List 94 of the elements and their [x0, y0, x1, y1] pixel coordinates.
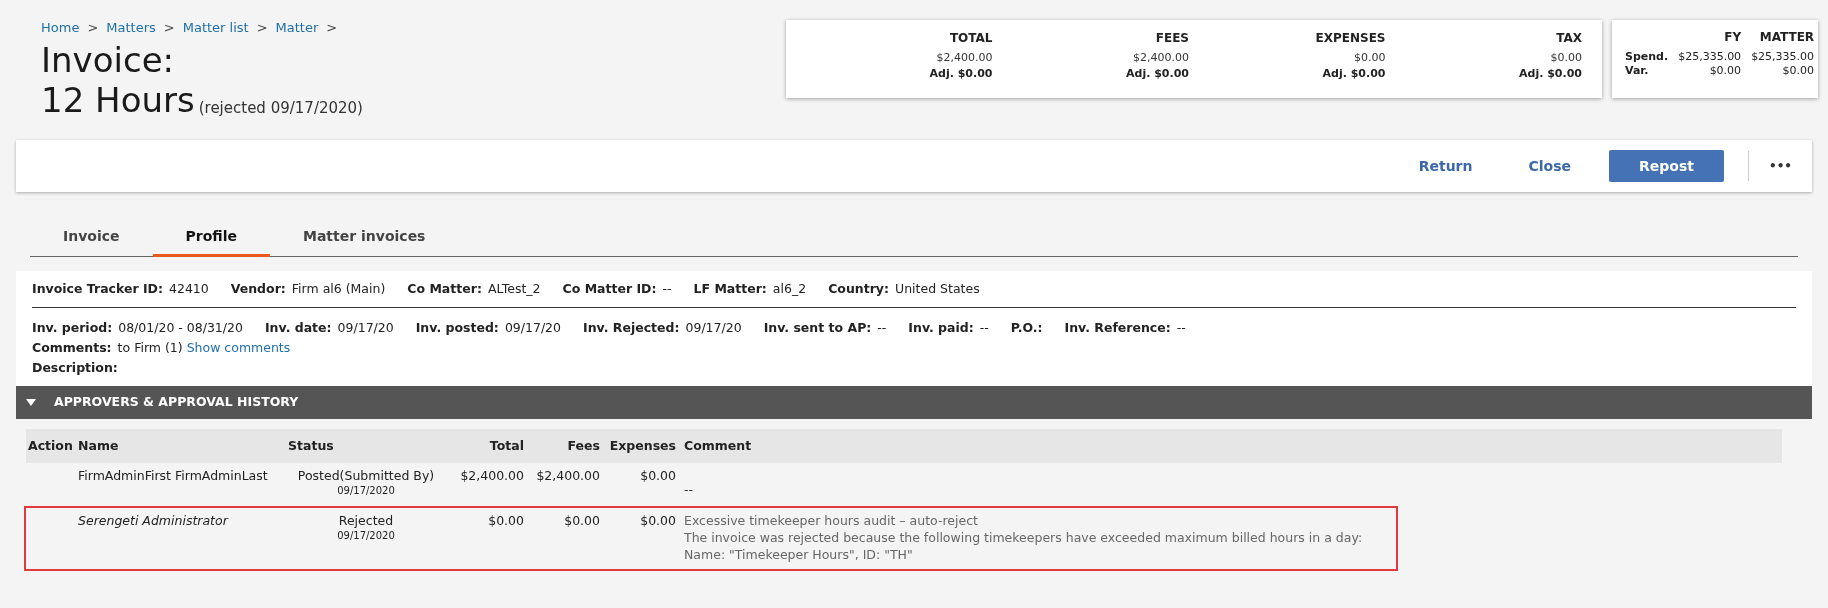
toolbar-link-button[interactable]: Return — [1390, 150, 1501, 182]
field-value: 09/17/20 — [337, 319, 394, 337]
field-value: -- — [877, 319, 887, 337]
breadcrumb-separator: > — [163, 19, 175, 37]
breadcrumb-separator: > — [87, 19, 99, 37]
status-date: 09/17/2020 — [337, 529, 395, 543]
field-value: 08/01/20 - 08/31/20 — [118, 319, 243, 337]
page-title: Invoice: — [41, 39, 175, 80]
column-header: Fees — [566, 436, 601, 455]
totals-amount: $0.00 — [1354, 50, 1386, 66]
field-label: Inv. posted: — [415, 319, 499, 337]
approver-name: Serengeti Administrator — [77, 512, 230, 530]
field-label: Comments: — [32, 339, 112, 357]
tab[interactable]: Invoice — [30, 218, 153, 257]
breadcrumb-link[interactable]: Matter list — [182, 18, 249, 38]
field-value: ALTest_2 — [487, 279, 541, 298]
field-label: Inv. Rejected: — [583, 319, 680, 337]
show-comments-link[interactable]: Show comments — [186, 338, 291, 358]
field-label: Co Matter: — [407, 279, 482, 298]
budget-value: $25,335.00 — [1751, 50, 1815, 64]
invoice-status-note: (rejected 09/17/2020) — [198, 97, 363, 119]
breadcrumb-link[interactable]: Home — [41, 18, 80, 38]
column-header: Name — [77, 436, 120, 455]
adjusted-amount: Adj. $0.00 — [1322, 66, 1386, 82]
column-header: Status — [287, 436, 335, 455]
field-label: Inv. sent to AP: — [763, 319, 872, 337]
field-label: Invoice Tracker ID: — [32, 279, 163, 298]
budget-value: $0.00 — [1781, 64, 1815, 78]
field-label: Description: — [32, 359, 118, 377]
comment-text: Excessive timekeeper hours audit – auto-reject — [684, 512, 979, 529]
tab[interactable]: Profile — [152, 218, 270, 257]
field-label: Inv. period: — [32, 319, 113, 337]
status-date: 09/17/2020 — [337, 484, 395, 498]
adjusted-amount: Adj. $0.00 — [1519, 66, 1582, 82]
page-title: 12 Hours — [41, 79, 195, 120]
column-header: Action — [27, 436, 74, 455]
field-label: P.O.: — [1010, 319, 1043, 337]
tab[interactable]: Matter invoices — [270, 218, 459, 257]
budget-row-label: Spend. — [1625, 50, 1669, 64]
section-header[interactable]: APPROVERS & APPROVAL HISTORY — [16, 386, 1812, 419]
totals-amount: $2,400.00 — [1133, 50, 1189, 66]
field-value: United States — [895, 279, 980, 298]
breadcrumb-separator: > — [256, 19, 268, 37]
field-value: -- — [979, 319, 989, 337]
budget-column-header: MATTER — [1758, 30, 1815, 44]
column-header: Expenses — [608, 436, 677, 455]
field-value: Firm al6 (Main) — [291, 279, 386, 298]
breadcrumb-link[interactable]: Matters — [106, 18, 156, 38]
field-value: to Firm (1) — [117, 339, 183, 357]
more-options-button[interactable]: ••• — [1761, 151, 1800, 181]
field-value: 09/17/20 — [504, 319, 561, 337]
budget-column-header: FY — [1723, 30, 1742, 44]
amount-cell: $2,400.00 — [460, 468, 524, 483]
field-value: 09/17/20 — [685, 319, 742, 337]
field-value: 42410 — [169, 279, 209, 298]
field-label: Country: — [828, 279, 889, 298]
totals-amount: $0.00 — [1550, 50, 1582, 66]
field-value: -- — [662, 279, 672, 298]
totals-amount: $2,400.00 — [936, 50, 993, 66]
repost-button[interactable]: Repost — [1609, 150, 1724, 182]
field-label: Inv. date: — [264, 319, 332, 337]
amount-cell: $0.00 — [564, 513, 600, 528]
approver-name: FirmAdminFirst FirmAdminLast — [77, 467, 269, 485]
breadcrumb-separator: > — [326, 19, 338, 37]
amount-cell: $2,400.00 — [536, 468, 600, 483]
field-label: Co Matter ID: — [562, 279, 657, 298]
toolbar-link-button[interactable]: Close — [1500, 150, 1600, 182]
status-cell: Posted(Submitted By) — [297, 467, 435, 484]
totals-label: TAX — [1556, 30, 1582, 46]
field-label: Inv. Reference: — [1064, 319, 1171, 337]
column-header: Comment — [683, 436, 753, 455]
totals-label: TOTAL — [949, 30, 993, 46]
budget-value: $0.00 — [1708, 64, 1742, 78]
amount-cell: $0.00 — [640, 513, 676, 528]
comment-text: The invoice was rejected because the following timekeepers have exceeded maximum billed hours in a day: — [684, 529, 1364, 546]
field-label: LF Matter: — [693, 279, 767, 298]
breadcrumb-link[interactable]: Matter — [275, 18, 319, 38]
amount-cell: $0.00 — [640, 468, 676, 483]
comment-text: Name: "Timekeeper Hours", ID: "TH" — [684, 546, 914, 563]
column-header: Total — [488, 436, 525, 455]
status-cell: Rejected — [338, 512, 394, 529]
adjusted-amount: Adj. $0.00 — [1126, 66, 1189, 82]
totals-label: EXPENSES — [1315, 30, 1386, 46]
field-label: Vendor: — [230, 279, 286, 298]
budget-value: $25,335.00 — [1678, 50, 1742, 64]
budget-row-label: Var. — [1625, 64, 1650, 78]
totals-label: FEES — [1155, 30, 1189, 46]
adjusted-amount: Adj. $0.00 — [929, 66, 993, 82]
field-value: al6_2 — [772, 279, 807, 298]
comment-text: -- — [684, 481, 695, 498]
collapse-triangle-icon — [26, 399, 36, 406]
field-value: -- — [1176, 319, 1186, 337]
amount-cell: $0.00 — [488, 513, 524, 528]
field-label: Inv. paid: — [908, 319, 974, 337]
